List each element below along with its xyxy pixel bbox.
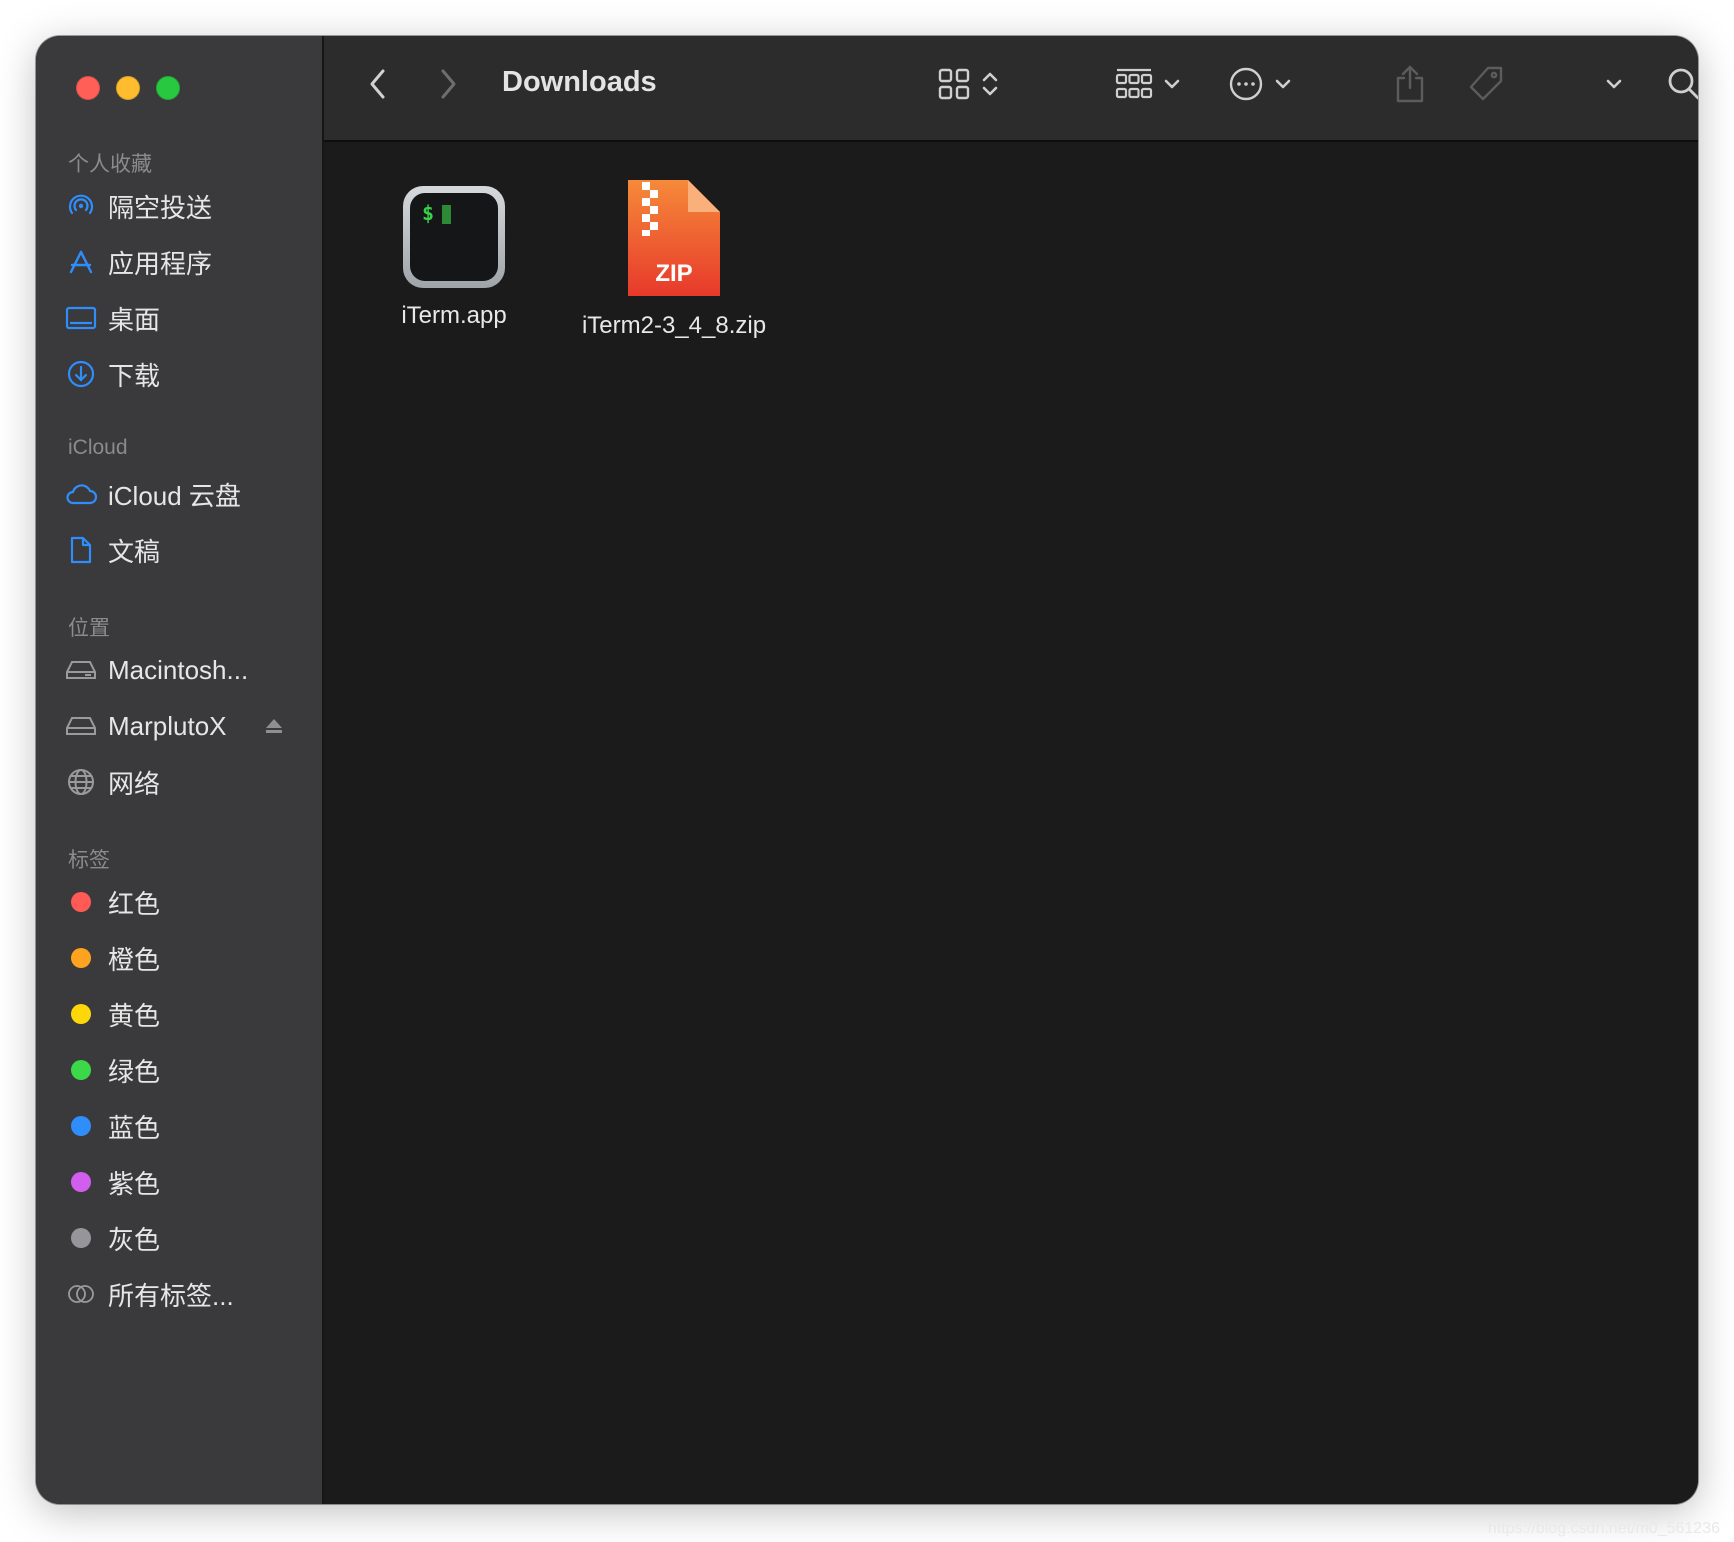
desktop-icon xyxy=(64,301,98,335)
window-title: Downloads xyxy=(502,66,657,98)
tag-yellow-dot xyxy=(71,1004,91,1024)
chevron-down-icon xyxy=(1274,77,1292,95)
zip-file-icon: ZIP xyxy=(626,178,722,298)
file-name: iTerm2-3_4_8.zip xyxy=(581,312,767,339)
back-button[interactable] xyxy=(358,66,398,106)
cloud-icon xyxy=(64,477,98,511)
section-title-favorites: 个人收藏 xyxy=(68,153,152,176)
updown-chevron-icon xyxy=(981,69,999,104)
eject-icon[interactable] xyxy=(264,716,284,741)
sidebar-item-all-tags[interactable]: 所有标签... xyxy=(64,1272,304,1316)
chevron-left-icon xyxy=(367,67,389,106)
sidebar-item-label: 文稿 xyxy=(108,536,161,567)
sidebar-item-label: 应用程序 xyxy=(108,248,213,279)
chevron-down-icon xyxy=(1605,77,1623,95)
sidebar-item-label: 下载 xyxy=(108,360,161,391)
chevron-right-icon xyxy=(437,67,459,106)
applications-icon xyxy=(64,245,98,279)
zip-badge: ZIP xyxy=(655,260,693,287)
sidebar-item-label: iCloud 云盘 xyxy=(108,480,241,511)
sidebar-item-label: Macintosh... xyxy=(108,654,249,685)
group-grid-icon xyxy=(1115,67,1153,106)
more-icon xyxy=(1228,66,1264,107)
sidebar-item-macintosh[interactable]: Macintosh... xyxy=(64,648,304,692)
section-title-tags: 标签 xyxy=(68,849,110,872)
sidebar-item-label: 网络 xyxy=(108,768,161,799)
sidebar: 个人收藏 隔空投送 应用程序 桌面 下载 iCloud iCloud 云盘 文稿… xyxy=(36,36,324,1504)
sidebar-item-tag-red[interactable]: 红色 xyxy=(64,880,304,924)
window-controls xyxy=(76,76,180,100)
minimize-button[interactable] xyxy=(116,76,140,100)
sidebar-item-desktop[interactable]: 桌面 xyxy=(64,296,304,340)
sidebar-item-airdrop[interactable]: 隔空投送 xyxy=(64,184,304,228)
tag-blue-dot xyxy=(71,1116,91,1136)
action-button[interactable] xyxy=(1222,66,1298,106)
toolbar-overflow-button[interactable] xyxy=(1594,66,1634,106)
search-icon xyxy=(1667,67,1698,106)
sidebar-item-label: MarplutoX xyxy=(108,710,227,741)
file-name: iTerm.app xyxy=(401,302,507,329)
sidebar-item-tag-green[interactable]: 绿色 xyxy=(64,1048,304,1092)
file-item-iterm-app[interactable]: $ iTerm.app xyxy=(344,186,564,330)
sidebar-item-label: 紫色 xyxy=(108,1168,161,1199)
tag-gray-dot xyxy=(71,1228,91,1248)
close-button[interactable] xyxy=(76,76,100,100)
view-mode-button[interactable] xyxy=(930,66,1006,106)
file-browser: $ iTerm.app ZIP iTerm2-3_4_8.zip xyxy=(324,142,1698,1504)
sidebar-item-tag-orange[interactable]: 橙色 xyxy=(64,936,304,980)
file-item-iterm-zip[interactable]: ZIP iTerm2-3_4_8.zip xyxy=(564,178,784,340)
share-icon xyxy=(1394,64,1426,109)
sidebar-item-label: 蓝色 xyxy=(108,1112,161,1143)
sidebar-item-marplutox[interactable]: MarplutoX xyxy=(64,704,304,748)
tag-icon xyxy=(1466,64,1506,109)
terminal-prompt: $ xyxy=(422,201,435,225)
sidebar-item-icloud-drive[interactable]: iCloud 云盘 xyxy=(64,472,304,516)
sidebar-item-documents[interactable]: 文稿 xyxy=(64,528,304,572)
toolbar: Downloads xyxy=(324,36,1698,142)
icon-grid-icon xyxy=(937,67,971,106)
tag-red-dot xyxy=(71,892,91,912)
tag-purple-dot xyxy=(71,1172,91,1192)
zoom-button[interactable] xyxy=(156,76,180,100)
airdrop-icon xyxy=(64,189,98,223)
section-title-locations: 位置 xyxy=(68,617,110,640)
forward-button[interactable] xyxy=(428,66,468,106)
chevron-down-icon xyxy=(1163,77,1181,95)
tag-orange-dot xyxy=(71,948,91,968)
tag-button[interactable] xyxy=(1464,64,1508,108)
sidebar-item-label: 灰色 xyxy=(108,1224,161,1255)
sidebar-item-downloads[interactable]: 下载 xyxy=(64,352,304,396)
drive-icon xyxy=(64,653,98,687)
downloads-icon xyxy=(64,357,98,391)
group-button[interactable] xyxy=(1108,66,1188,106)
finder-window: 个人收藏 隔空投送 应用程序 桌面 下载 iCloud iCloud 云盘 文稿… xyxy=(36,36,1698,1504)
sidebar-item-applications[interactable]: 应用程序 xyxy=(64,240,304,284)
sidebar-item-label: 橙色 xyxy=(108,944,161,975)
tag-green-dot xyxy=(71,1060,91,1080)
sidebar-item-label: 隔空投送 xyxy=(108,192,213,223)
document-icon xyxy=(64,533,98,567)
all-tags-icon xyxy=(64,1277,98,1311)
sidebar-item-label: 绿色 xyxy=(108,1056,161,1087)
network-icon xyxy=(64,765,98,799)
drive-icon xyxy=(64,709,98,743)
sidebar-item-tag-purple[interactable]: 紫色 xyxy=(64,1160,304,1204)
terminal-cursor xyxy=(442,205,451,224)
sidebar-item-label: 黄色 xyxy=(108,1000,161,1031)
sidebar-item-network[interactable]: 网络 xyxy=(64,760,304,804)
section-title-icloud: iCloud xyxy=(68,436,128,459)
search-button[interactable] xyxy=(1662,64,1698,108)
sidebar-item-label: 所有标签... xyxy=(108,1280,234,1311)
watermark: https://blog.csdn.net/m0_561236 xyxy=(1487,1520,1720,1537)
share-button[interactable] xyxy=(1390,64,1430,108)
sidebar-item-tag-blue[interactable]: 蓝色 xyxy=(64,1104,304,1148)
sidebar-item-label: 桌面 xyxy=(108,304,161,335)
sidebar-item-label: 红色 xyxy=(108,888,161,919)
sidebar-item-tag-yellow[interactable]: 黄色 xyxy=(64,992,304,1036)
sidebar-item-tag-gray[interactable]: 灰色 xyxy=(64,1216,304,1260)
terminal-app-icon: $ xyxy=(403,186,505,288)
